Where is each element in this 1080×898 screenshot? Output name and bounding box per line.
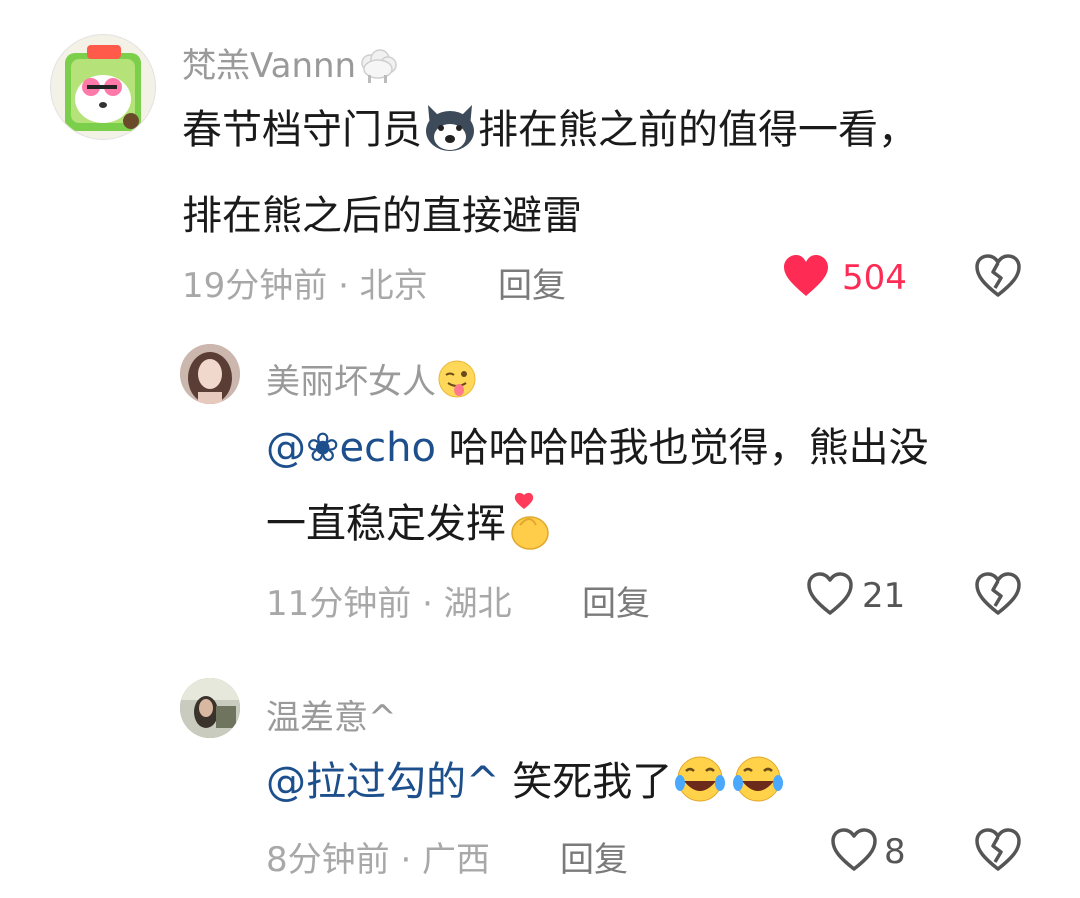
avatar[interactable] (50, 34, 156, 140)
broken-heart-icon (975, 254, 1021, 297)
comment-username[interactable]: 美丽坏女人 (266, 354, 478, 408)
comment-username[interactable]: 梵羔Vannn (182, 38, 400, 94)
like-count: 504 (842, 258, 907, 298)
avatar-image (180, 344, 240, 404)
tongue-wink-emoji-icon (436, 359, 478, 408)
heart-outline-icon (831, 828, 877, 871)
heart-outline-icon (807, 572, 853, 615)
reply-button[interactable]: 回复 (560, 832, 628, 881)
comment-body: 春节档守门员 排在熊之前的值得一看， 排在熊之后的直接避雷 (182, 92, 1042, 254)
avatar-image (65, 45, 141, 131)
avatar-image (180, 678, 240, 738)
comment-body-line: 春节档守门员 排在熊之前的值得一看， (182, 92, 1042, 178)
comment-body-line: @拉过勾的^ 笑死我了 (266, 744, 1046, 830)
comment-username[interactable]: 温差意^ (266, 690, 397, 739)
comment-time-location: 8分钟前 · 广西 (266, 840, 491, 880)
rofl-emoji-icon (672, 753, 788, 830)
mention-link[interactable]: @❀echo (266, 425, 436, 471)
comment-body-line: @❀echo 哈哈哈哈我也觉得，熊出没 (266, 425, 929, 471)
reply-button[interactable]: 回复 (498, 258, 566, 307)
comment-body: @拉过勾的^ 笑死我了 (266, 744, 1046, 830)
heart-filled-icon (784, 255, 828, 296)
comment-body-line: 一直稳定发挥 (266, 486, 1046, 576)
finger-heart-icon (506, 491, 554, 576)
mention-link[interactable]: @拉过勾的^ (266, 759, 500, 805)
like-button[interactable] (782, 254, 830, 302)
dislike-button[interactable] (974, 572, 1022, 620)
comment-body: @❀echo 哈哈哈哈我也觉得，熊出没 一直稳定发挥 (266, 410, 1046, 576)
dislike-button[interactable] (974, 254, 1022, 302)
like-button[interactable] (806, 572, 854, 620)
broken-heart-icon (975, 828, 1021, 871)
avatar[interactable] (180, 344, 240, 404)
like-count: 8 (884, 832, 906, 872)
comment-time-location: 19分钟前 · 北京 (182, 266, 428, 306)
dislike-button[interactable] (974, 828, 1022, 876)
like-button[interactable] (830, 828, 878, 876)
like-count: 21 (862, 576, 906, 616)
broken-heart-icon (975, 572, 1021, 615)
husky-dog-icon (422, 101, 478, 178)
reply-button[interactable]: 回复 (582, 576, 650, 625)
comment-body-line: 排在熊之后的直接避雷 (182, 193, 582, 239)
comment-time-location: 11分钟前 · 湖北 (266, 584, 512, 624)
sheep-icon (356, 49, 400, 94)
avatar[interactable] (180, 678, 240, 738)
